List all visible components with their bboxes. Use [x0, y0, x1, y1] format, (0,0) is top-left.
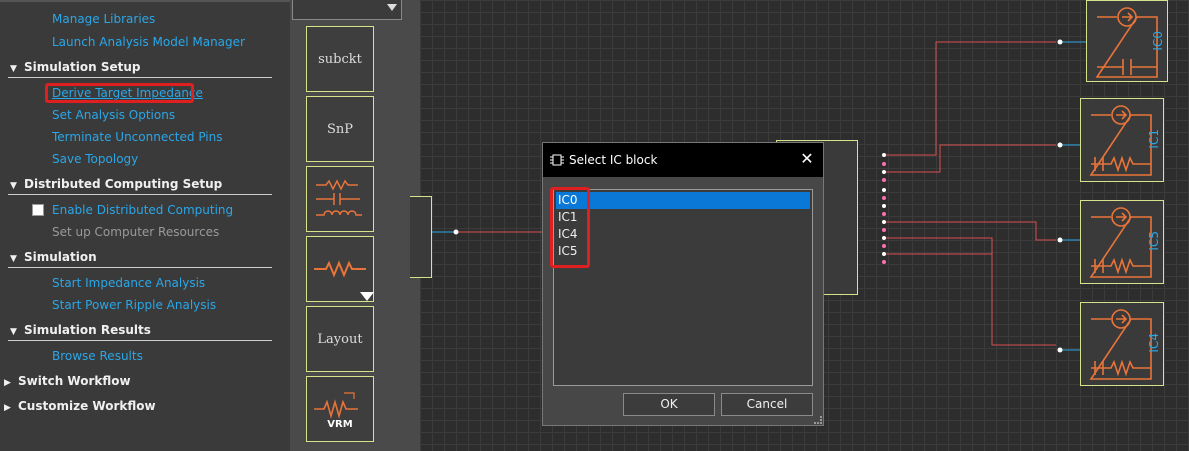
setup-computer-resources-link[interactable]: Set up Computer Resources	[52, 225, 219, 239]
highlight-box	[550, 187, 590, 268]
palette-dropdown[interactable]	[292, 0, 402, 20]
resistor-icon	[314, 260, 366, 278]
section-divider	[8, 194, 272, 195]
ic-option-ic0[interactable]: IC0	[556, 192, 810, 209]
section-divider	[8, 77, 272, 78]
ic0-block[interactable]: IC0	[1086, 0, 1168, 82]
collapse-triangle-icon: ▼	[10, 181, 17, 191]
vrm-label: VRM	[327, 418, 353, 430]
collapse-triangle-icon: ▼	[10, 254, 17, 264]
ic0-label: IC0	[1151, 31, 1165, 51]
chevron-down-icon	[387, 4, 397, 11]
expand-triangle-icon: ▶	[4, 378, 11, 388]
ic-option-ic5[interactable]: IC5	[556, 243, 810, 260]
ok-button[interactable]: OK	[623, 393, 715, 416]
workflow-panel: Manage Libraries Launch Analysis Model M…	[0, 0, 290, 451]
subckt-button[interactable]: subckt	[306, 26, 374, 92]
vrm-button[interactable]: VRM	[306, 376, 374, 442]
enable-distributed-checkbox[interactable]	[32, 204, 44, 216]
resize-grip-icon[interactable]	[814, 416, 822, 424]
section-divider	[8, 267, 272, 268]
manage-libraries-link[interactable]: Manage Libraries	[52, 12, 155, 26]
ic-option-ic1[interactable]: IC1	[556, 209, 810, 226]
set-analysis-options-link[interactable]: Set Analysis Options	[52, 108, 175, 122]
collapse-triangle-icon: ▼	[10, 327, 17, 337]
highlight-box	[45, 83, 194, 103]
app-icon	[550, 154, 564, 166]
cancel-button[interactable]: Cancel	[721, 393, 813, 416]
ic4-block[interactable]: IC4	[1080, 302, 1164, 386]
select-ic-dialog: Select IC block ✕ IC0 IC1 IC4 IC5 OK Can…	[542, 142, 824, 426]
snp-button[interactable]: SnP	[306, 96, 374, 162]
close-icon[interactable]: ✕	[797, 149, 817, 169]
save-topology-link[interactable]: Save Topology	[52, 152, 138, 166]
rlc-button[interactable]	[306, 166, 374, 232]
vrm-icon	[314, 391, 358, 419]
ic1-block[interactable]: IC1	[1080, 98, 1164, 182]
ic-listbox[interactable]: IC0 IC1 IC4 IC5	[553, 189, 813, 386]
customize-workflow-section[interactable]: ▶ Customize Workflow	[4, 399, 156, 413]
ic1-label: IC1	[1147, 129, 1161, 149]
dialog-title: Select IC block	[569, 153, 658, 167]
ic5-block[interactable]: IC5	[1080, 200, 1164, 284]
ic4-label: IC4	[1147, 333, 1161, 353]
simulation-section[interactable]: ▼ Simulation	[10, 250, 97, 264]
dialog-titlebar[interactable]: Select IC block ✕	[543, 143, 823, 177]
layout-button[interactable]: Layout	[306, 306, 374, 372]
expand-triangle-icon: ▶	[4, 403, 11, 413]
start-power-ripple-analysis-link[interactable]: Start Power Ripple Analysis	[52, 298, 216, 312]
collapse-triangle-icon: ▼	[10, 64, 17, 74]
rlc-icon	[316, 179, 362, 216]
expand-palette-icon[interactable]	[360, 292, 374, 301]
terminate-unconnected-pins-link[interactable]: Terminate Unconnected Pins	[52, 130, 222, 144]
browse-results-link[interactable]: Browse Results	[52, 349, 143, 363]
source-block[interactable]	[410, 196, 432, 278]
ic5-label: IC5	[1147, 231, 1161, 251]
distributed-computing-section[interactable]: ▼ Distributed Computing Setup	[10, 177, 222, 191]
simulation-setup-section[interactable]: ▼ Simulation Setup	[10, 60, 140, 74]
enable-distributed-computing-link[interactable]: Enable Distributed Computing	[52, 203, 233, 217]
switch-workflow-section[interactable]: ▶ Switch Workflow	[4, 374, 131, 388]
launch-analysis-model-manager-link[interactable]: Launch Analysis Model Manager	[52, 35, 245, 49]
ic-option-ic4[interactable]: IC4	[556, 226, 810, 243]
start-impedance-analysis-link[interactable]: Start Impedance Analysis	[52, 276, 205, 290]
section-divider	[8, 340, 272, 341]
simulation-results-section[interactable]: ▼ Simulation Results	[10, 323, 151, 337]
